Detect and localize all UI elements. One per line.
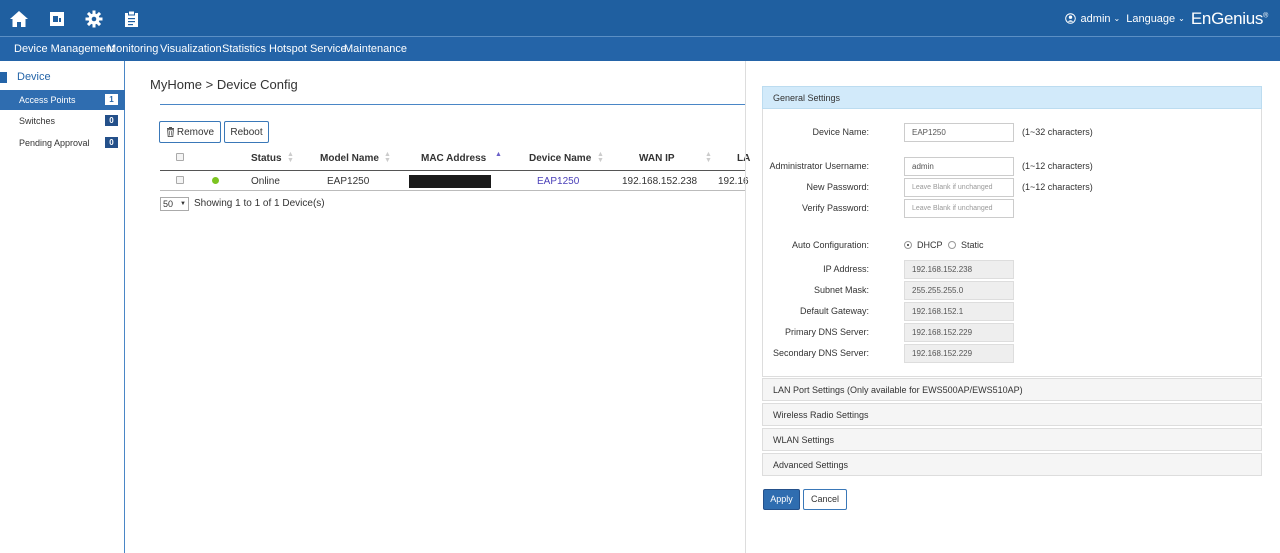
sidebar-item-label: Access Points xyxy=(19,95,76,105)
column-header-device-name[interactable]: Device Name xyxy=(529,153,591,164)
column-header-wan-ip[interactable]: WAN IP xyxy=(639,153,675,164)
admin-username-field[interactable]: admin xyxy=(904,157,1014,176)
device-name-hint: (1~32 characters) xyxy=(1022,127,1093,137)
count-badge: 0 xyxy=(105,137,118,148)
top-right-menu: admin ⌄ Language ⌄ EnGenius® xyxy=(1059,0,1268,37)
default-gateway-label: Default Gateway: xyxy=(799,306,869,316)
showing-count: Showing 1 to 1 of 1 Device(s) xyxy=(194,198,325,209)
wireless-radio-settings-section[interactable]: Wireless Radio Settings xyxy=(762,403,1262,426)
user-icon xyxy=(1064,13,1076,24)
verify-password-label: Verify Password: xyxy=(801,203,869,213)
nav-device-management[interactable]: Device Management xyxy=(14,37,115,61)
table-row-divider xyxy=(160,190,745,191)
remove-button[interactable]: Remove xyxy=(159,121,221,143)
nav-maintenance[interactable]: Maintenance xyxy=(344,37,407,61)
lan-port-settings-section[interactable]: LAN Port Settings (Only available for EW… xyxy=(762,378,1262,401)
general-settings-header[interactable]: General Settings xyxy=(762,86,1262,109)
column-header-model-name[interactable]: Model Name xyxy=(320,153,379,164)
language-label: Language xyxy=(1126,12,1176,25)
dhcp-radio[interactable] xyxy=(904,241,912,249)
count-badge: 1 xyxy=(105,94,118,105)
brand-logo: EnGenius® xyxy=(1190,8,1268,28)
wan-ip-cell: 192.168.152.238 xyxy=(622,176,698,187)
breadcrumb: MyHome > Device Config xyxy=(150,77,298,92)
select-all-checkbox[interactable] xyxy=(176,153,184,161)
sidebar-header-label: Device xyxy=(17,71,51,83)
primary-dns-field: 192.168.152.229 xyxy=(904,323,1014,342)
column-header-mac-address[interactable]: MAC Address xyxy=(421,153,486,164)
table-header-divider xyxy=(160,170,745,171)
new-password-label: New Password: xyxy=(806,182,869,192)
user-name: admin xyxy=(1080,12,1111,25)
breadcrumb-underline xyxy=(160,104,745,105)
default-gateway-field: 192.168.152.1 xyxy=(904,302,1014,321)
model-name-cell: EAP1250 xyxy=(327,176,370,187)
sidebar-item-label: Pending Approval xyxy=(19,138,90,148)
home-icon[interactable] xyxy=(8,8,30,30)
clipboard-icon[interactable] xyxy=(120,8,142,30)
device-name-field[interactable]: EAP1250 xyxy=(904,123,1014,142)
device-name-label: Device Name: xyxy=(812,127,869,137)
apply-button[interactable]: Apply xyxy=(763,489,800,510)
cancel-button[interactable]: Cancel xyxy=(803,489,847,510)
main-nav: Device Management Monitoring Visualizati… xyxy=(0,37,1280,61)
gear-icon[interactable] xyxy=(83,8,105,30)
row-checkbox[interactable] xyxy=(176,176,184,184)
chevron-down-icon: ⌄ xyxy=(1178,14,1185,23)
top-bar: admin ⌄ Language ⌄ EnGenius® xyxy=(0,0,1280,37)
nav-hotspot-service[interactable]: Hotspot Service xyxy=(269,37,347,61)
dashboard-icon[interactable] xyxy=(46,8,68,30)
sidebar-marker xyxy=(0,72,7,83)
sidebar-header[interactable]: Device xyxy=(0,69,125,87)
advanced-settings-section[interactable]: Advanced Settings xyxy=(762,453,1262,476)
wlan-settings-section[interactable]: WLAN Settings xyxy=(762,428,1262,451)
column-header-status[interactable]: Status xyxy=(251,153,282,164)
auto-configuration-label: Auto Configuration: xyxy=(791,240,869,250)
sort-icon[interactable]: ▲ ▼ xyxy=(384,151,391,164)
language-menu[interactable]: Language ⌄ xyxy=(1126,13,1185,25)
verify-password-field[interactable]: Leave Blank if unchanged xyxy=(904,199,1014,218)
nav-monitoring[interactable]: Monitoring xyxy=(107,37,158,61)
sidebar-item-label: Switches xyxy=(19,116,56,126)
new-password-hint: (1~12 characters) xyxy=(1022,182,1093,192)
admin-username-label: Administrator Username: xyxy=(769,161,869,171)
admin-username-hint: (1~12 characters) xyxy=(1022,161,1093,171)
device-name-link[interactable]: EAP1250 xyxy=(537,176,579,187)
static-label: Static xyxy=(961,240,984,250)
dropdown-arrow-icon: ▼ xyxy=(180,201,186,207)
sort-icon[interactable]: ▲ ▼ xyxy=(287,151,294,164)
online-status-dot xyxy=(212,177,219,184)
static-radio[interactable] xyxy=(948,241,956,249)
secondary-dns-label: Secondary DNS Server: xyxy=(772,348,869,358)
sort-icon[interactable]: ▲ ▼ xyxy=(705,151,712,164)
chevron-down-icon: ⌄ xyxy=(1113,14,1121,23)
count-badge: 0 xyxy=(105,115,118,126)
sort-icon[interactable]: ▲ ▼ xyxy=(597,151,604,164)
mac-address-redacted xyxy=(409,175,491,188)
reboot-button[interactable]: Reboot xyxy=(224,121,269,143)
sidebar-item-pending-approval[interactable]: Pending Approval 0 xyxy=(0,133,125,153)
sidebar: Device Access Points 1 Switches 0 Pendin… xyxy=(0,61,125,553)
sidebar-item-switches[interactable]: Switches 0 xyxy=(0,111,125,131)
nav-visualization[interactable]: Visualization xyxy=(160,37,222,61)
user-menu[interactable]: admin ⌄ xyxy=(1064,12,1121,25)
primary-dns-label: Primary DNS Server: xyxy=(784,327,869,337)
subnet-mask-field: 255.255.255.0 xyxy=(904,281,1014,300)
trash-icon xyxy=(166,127,174,137)
status-cell: Online xyxy=(251,176,280,187)
ip-address-field: 192.168.152.238 xyxy=(904,260,1014,279)
sort-asc-icon[interactable]: ▲ xyxy=(495,151,502,158)
subnet-mask-label: Subnet Mask: xyxy=(813,285,869,295)
new-password-field[interactable]: Leave Blank if unchanged xyxy=(904,178,1014,197)
dhcp-label: DHCP xyxy=(917,240,943,250)
page-size-select[interactable]: 50 ▼ xyxy=(160,197,189,211)
secondary-dns-field: 192.168.152.229 xyxy=(904,344,1014,363)
sidebar-item-access-points[interactable]: Access Points 1 xyxy=(0,90,125,110)
nav-statistics[interactable]: Statistics xyxy=(222,37,266,61)
ip-address-label: IP Address: xyxy=(823,264,869,274)
